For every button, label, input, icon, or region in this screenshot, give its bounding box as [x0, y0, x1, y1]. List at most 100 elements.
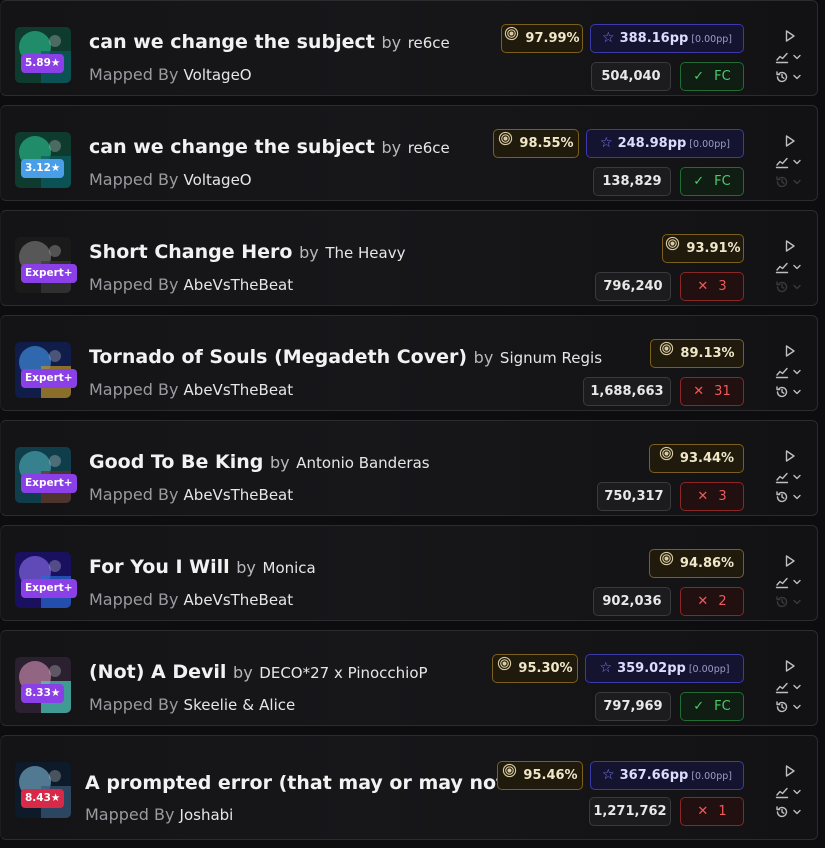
play-replay-icon[interactable] — [783, 239, 797, 253]
difficulty-badge: 8.33★ — [21, 684, 65, 703]
difficulty-badge: Expert+ — [21, 579, 77, 598]
score-row[interactable]: 8.43★ A prompted error (that may or may n… — [0, 735, 818, 840]
chevron-down-icon — [792, 787, 802, 797]
mapped-by-label: Mapped By — [89, 485, 179, 504]
song-title[interactable]: A prompted error (that may or may not ..… — [85, 772, 533, 794]
play-replay-icon[interactable] — [783, 554, 797, 568]
mapper-name[interactable]: AbeVsTheBeat — [184, 276, 294, 294]
song-title[interactable]: Tornado of Souls (Megadeth Cover) — [89, 346, 467, 368]
song-title[interactable]: For You I Will — [89, 556, 230, 578]
mapped-by-label: Mapped By — [89, 170, 179, 189]
history-dropdown-button[interactable] — [775, 805, 802, 819]
history-dropdown-button[interactable] — [775, 385, 802, 399]
mapper-name[interactable]: AbeVsTheBeat — [184, 591, 294, 609]
difficulty-badge: 3.12★ — [21, 159, 65, 178]
accuracy-pill: 94.86% — [649, 549, 744, 578]
play-replay-icon[interactable] — [783, 134, 797, 148]
chevron-down-icon — [792, 262, 802, 272]
song-title[interactable]: can we change the subject — [89, 136, 375, 158]
accuracy-pill: 93.44% — [649, 444, 744, 473]
cross-icon: ✕ — [697, 489, 709, 504]
history-dropdown-button — [775, 175, 802, 189]
graph-dropdown-button[interactable] — [775, 470, 802, 484]
score-row[interactable]: Expert+ Short Change Hero by The Heavy Map… — [0, 210, 818, 306]
song-title[interactable]: can we change the subject — [89, 31, 375, 53]
song-title-line: For You I Will by Monica — [89, 556, 316, 578]
result-value: 3 — [718, 489, 727, 504]
graph-dropdown-button[interactable] — [775, 575, 802, 589]
accuracy-target-icon — [497, 654, 512, 681]
graph-dropdown-button[interactable] — [775, 680, 802, 694]
mapper-name[interactable]: VoltageO — [184, 171, 252, 189]
mapper-name[interactable]: AbeVsTheBeat — [184, 486, 294, 504]
miss-count-badge: ✕ 2 — [680, 587, 744, 616]
chart-icon — [775, 50, 789, 64]
history-icon — [775, 280, 789, 294]
graph-dropdown-button[interactable] — [775, 260, 802, 274]
miss-count-badge: ✕ 3 — [680, 272, 744, 301]
song-artist: The Heavy — [325, 244, 406, 262]
play-replay-icon[interactable] — [783, 764, 797, 778]
chevron-down-icon — [792, 282, 802, 292]
history-icon — [775, 490, 789, 504]
accuracy-target-icon — [659, 444, 674, 471]
chevron-down-icon — [792, 157, 802, 167]
difficulty-badge: Expert+ — [21, 369, 77, 388]
by-label: by — [236, 558, 256, 577]
song-title[interactable]: Short Change Hero — [89, 241, 292, 263]
song-title[interactable]: Good To Be King — [89, 451, 263, 473]
score-row[interactable]: 8.33★ (Not) A Devil by DECO*27 x Pinocchi… — [0, 630, 818, 726]
history-dropdown-button[interactable] — [775, 70, 802, 84]
mapper-name[interactable]: Alice — [259, 696, 295, 714]
mapper-line: Mapped By AbeVsTheBeat — [89, 380, 293, 399]
star-icon: ☆ — [602, 30, 615, 46]
difficulty-badge: Expert+ — [21, 264, 77, 283]
mapped-by-label: Mapped By — [89, 380, 179, 399]
song-title[interactable]: (Not) A Devil — [89, 661, 226, 683]
mapper-name[interactable]: AbeVsTheBeat — [184, 381, 294, 399]
score-row[interactable]: 3.12★ can we change the subject by re6ce M… — [0, 105, 818, 201]
score-value: 138,829 — [602, 174, 662, 189]
weighted-pp: [0.00pp] — [691, 34, 732, 45]
mapper-name[interactable]: Joshabi — [180, 806, 234, 824]
mapper-name[interactable]: Skeelie — [184, 696, 238, 714]
song-artist: re6ce — [407, 139, 450, 157]
history-dropdown-button[interactable] — [775, 700, 802, 714]
score-row[interactable]: Expert+ Good To Be King by Antonio Bander… — [0, 420, 818, 516]
score-value: 1,688,663 — [590, 384, 664, 399]
history-dropdown-button[interactable] — [775, 490, 802, 504]
graph-dropdown-button[interactable] — [775, 50, 802, 64]
graph-dropdown-button[interactable] — [775, 155, 802, 169]
chart-icon — [775, 260, 789, 274]
chart-icon — [775, 785, 789, 799]
mapper-line: Mapped By Joshabi — [85, 805, 233, 824]
graph-dropdown-button[interactable] — [775, 785, 802, 799]
accuracy-value: 94.86% — [679, 556, 735, 571]
graph-dropdown-button[interactable] — [775, 365, 802, 379]
cross-icon: ✕ — [697, 594, 709, 609]
mapper-joiner: & — [242, 696, 255, 714]
play-replay-icon[interactable] — [783, 344, 797, 358]
play-replay-icon[interactable] — [783, 29, 797, 43]
result-value: FC — [714, 174, 731, 189]
by-label: by — [299, 243, 319, 262]
accuracy-target-icon — [659, 549, 674, 576]
mapper-name[interactable]: VoltageO — [184, 66, 252, 84]
history-icon — [775, 700, 789, 714]
chart-icon — [775, 680, 789, 694]
play-replay-icon[interactable] — [783, 659, 797, 673]
score-row[interactable]: Expert+ Tornado of Souls (Megadeth Cover)… — [0, 315, 818, 411]
accuracy-value: 95.46% — [523, 768, 578, 783]
history-icon — [775, 805, 789, 819]
song-artist: DECO*27 x PinocchioP — [259, 664, 428, 682]
chevron-down-icon — [792, 52, 802, 62]
full-combo-badge: ✓ FC — [680, 62, 744, 91]
pp-value: 359.02pp — [617, 661, 686, 676]
score-row[interactable]: Expert+ For You I Will by Monica Mapped By… — [0, 525, 818, 621]
pp-pill: ☆ 248.98pp [0.00pp] — [586, 129, 744, 158]
play-replay-icon[interactable] — [783, 449, 797, 463]
song-artist: Signum Regis — [499, 349, 603, 367]
mapped-by-label: Mapped By — [89, 695, 179, 714]
score-row[interactable]: 5.89★ can we change the subject by re6ce M… — [0, 0, 818, 96]
accuracy-pill: 98.55% — [493, 129, 579, 158]
